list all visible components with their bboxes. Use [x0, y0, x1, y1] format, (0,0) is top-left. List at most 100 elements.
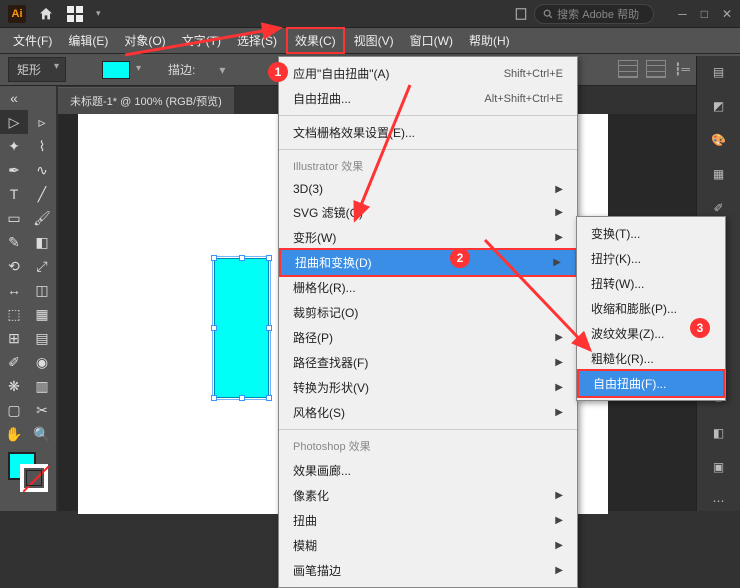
menu-warp[interactable]: 变形(W)▶	[279, 225, 577, 250]
zoom-tool-icon[interactable]: 🔍	[28, 422, 56, 446]
menu-stylize[interactable]: 风格化(S)▶	[279, 400, 577, 425]
brushes-panel-icon[interactable]: ✐	[709, 198, 729, 218]
menu-object[interactable]: 对象(O)	[117, 29, 172, 52]
pen-tool-icon[interactable]: ✒	[0, 158, 28, 182]
blend-tool-icon[interactable]: ◉	[28, 350, 56, 374]
arrange-icon[interactable]	[66, 5, 84, 23]
panel-icon-2[interactable]	[646, 60, 666, 78]
menu-window[interactable]: 窗口(W)	[403, 29, 460, 52]
submenu-transform[interactable]: 变换(T)...	[577, 221, 725, 246]
menu-brush-strokes[interactable]: 画笔描边▶	[279, 558, 577, 583]
resize-handle[interactable]	[266, 395, 272, 401]
document-tab[interactable]: 未标题-1* @ 100% (RGB/预览)	[58, 87, 234, 114]
effect-menu-dropdown: 应用"自由扭曲"(A)Shift+Ctrl+E 自由扭曲...Alt+Shift…	[278, 56, 578, 588]
hand-tool-icon[interactable]: ✋	[0, 422, 28, 446]
shape-builder-tool-icon[interactable]: ⬚	[0, 302, 28, 326]
symbol-sprayer-tool-icon[interactable]: ❋	[0, 374, 28, 398]
libraries-panel-icon[interactable]: ◩	[709, 96, 729, 116]
menu-path[interactable]: 路径(P)▶	[279, 325, 577, 350]
magic-wand-tool-icon[interactable]: ✦	[0, 134, 28, 158]
stroke-color-icon[interactable]	[20, 464, 48, 492]
home-icon[interactable]	[38, 6, 54, 22]
artboard-tool-icon[interactable]: ▢	[0, 398, 28, 422]
menu-distort-ps[interactable]: 扭曲▶	[279, 508, 577, 533]
mesh-tool-icon[interactable]: ⊞	[0, 326, 28, 350]
resize-handle[interactable]	[266, 255, 272, 261]
menu-svg-filters[interactable]: SVG 滤镜(G)▶	[279, 200, 577, 225]
menu-pixelate[interactable]: 像素化▶	[279, 483, 577, 508]
menu-type[interactable]: 文字(T)	[175, 29, 228, 52]
swatches-panel-icon[interactable]: ▦	[709, 164, 729, 184]
submenu-tweak[interactable]: 扭拧(K)...	[577, 246, 725, 271]
width-tool-icon[interactable]: ↔	[0, 278, 28, 302]
eyedropper-tool-icon[interactable]: ✐	[0, 350, 28, 374]
resize-handle[interactable]	[211, 255, 217, 261]
menu-free-distort-last[interactable]: 自由扭曲...Alt+Shift+Ctrl+E	[279, 86, 577, 111]
selection-tool-icon[interactable]: ▷	[0, 110, 28, 134]
rectangle-tool-icon[interactable]: ▭	[0, 206, 28, 230]
resize-handle[interactable]	[239, 395, 245, 401]
perspective-tool-icon[interactable]: ▦	[28, 302, 56, 326]
app-logo-icon: Ai	[8, 5, 26, 23]
menu-view[interactable]: 视图(V)	[347, 29, 401, 52]
submenu-twist[interactable]: 扭转(W)...	[577, 271, 725, 296]
menu-document-raster-settings[interactable]: 文档栅格效果设置(E)...	[279, 120, 577, 145]
menu-rasterize[interactable]: 栅格化(R)...	[279, 275, 577, 300]
more-panel-icon[interactable]: ⋯	[709, 491, 729, 511]
menu-file[interactable]: 文件(F)	[6, 29, 59, 52]
fill-stroke-control[interactable]	[0, 448, 56, 496]
menu-3d[interactable]: 3D(3)▶	[279, 178, 577, 200]
slice-tool-icon[interactable]: ✂	[28, 398, 56, 422]
paintbrush-tool-icon[interactable]: 🖌	[28, 206, 56, 230]
resize-handle[interactable]	[266, 325, 272, 331]
free-transform-tool-icon[interactable]: ◫	[28, 278, 56, 302]
arrange-dropdown-caret[interactable]: ▾	[96, 8, 101, 19]
menu-edit[interactable]: 编辑(E)	[61, 29, 115, 52]
panel-icon-1[interactable]	[618, 60, 638, 78]
search-input[interactable]: 搜索 Adobe 帮助	[534, 4, 654, 24]
panel-menu-icon[interactable]: ┇═	[674, 62, 690, 76]
menu-select[interactable]: 选择(S)	[230, 29, 284, 52]
menu-effect[interactable]: 效果(C)	[286, 27, 345, 54]
search-icon	[543, 9, 553, 19]
direct-selection-tool-icon[interactable]: ▹	[28, 110, 56, 134]
resize-handle[interactable]	[211, 325, 217, 331]
maximize-icon[interactable]: □	[701, 7, 708, 21]
type-tool-icon[interactable]: T	[0, 182, 28, 206]
rectangle-object[interactable]	[214, 258, 269, 398]
fill-swatch[interactable]	[102, 61, 130, 79]
submenu-pucker-bloat[interactable]: 收缩和膨胀(P)...	[577, 296, 725, 321]
menu-distort-and-transform[interactable]: 扭曲和变换(D)▶	[279, 248, 577, 277]
curvature-tool-icon[interactable]: ∿	[28, 158, 56, 182]
scale-tool-icon[interactable]: ⤢	[28, 254, 56, 278]
artboards-panel-icon[interactable]: ▣	[709, 457, 729, 477]
column-graph-tool-icon[interactable]: ▥	[28, 374, 56, 398]
stroke-weight-caret[interactable]: ▾	[219, 63, 225, 77]
tab-collapse-icon[interactable]: «	[0, 86, 28, 110]
gradient-tool-icon[interactable]: ▤	[28, 326, 56, 350]
minimize-icon[interactable]: ─	[678, 7, 687, 21]
menu-pathfinder[interactable]: 路径查找器(F)▶	[279, 350, 577, 375]
properties-panel-icon[interactable]: ▤	[709, 62, 729, 82]
menu-help[interactable]: 帮助(H)	[462, 29, 517, 52]
shape-selector[interactable]: 矩形	[8, 57, 66, 82]
eraser-tool-icon[interactable]: ◧	[28, 230, 56, 254]
close-icon[interactable]: ✕	[722, 7, 732, 21]
submenu-roughen[interactable]: 粗糙化(R)...	[577, 346, 725, 371]
resize-handle[interactable]	[211, 395, 217, 401]
line-tool-icon[interactable]: ╱	[28, 182, 56, 206]
shaper-tool-icon[interactable]: ✎	[0, 230, 28, 254]
menu-blur[interactable]: 模糊▶	[279, 533, 577, 558]
menu-convert-to-shape[interactable]: 转换为形状(V)▶	[279, 375, 577, 400]
layers-panel-icon[interactable]: ◧	[709, 423, 729, 443]
menu-crop-marks[interactable]: 裁剪标记(O)	[279, 300, 577, 325]
annotation-badge-1: 1	[268, 62, 288, 82]
resize-handle[interactable]	[239, 255, 245, 261]
menu-apply-last-effect[interactable]: 应用"自由扭曲"(A)Shift+Ctrl+E	[279, 61, 577, 86]
rotate-tool-icon[interactable]: ⟲	[0, 254, 28, 278]
menu-effect-gallery[interactable]: 效果画廊...	[279, 458, 577, 483]
color-panel-icon[interactable]: 🎨	[709, 130, 729, 150]
doc-setup-icon[interactable]	[514, 7, 528, 21]
lasso-tool-icon[interactable]: ⌇	[28, 134, 56, 158]
submenu-free-distort[interactable]: 自由扭曲(F)...	[577, 369, 725, 398]
